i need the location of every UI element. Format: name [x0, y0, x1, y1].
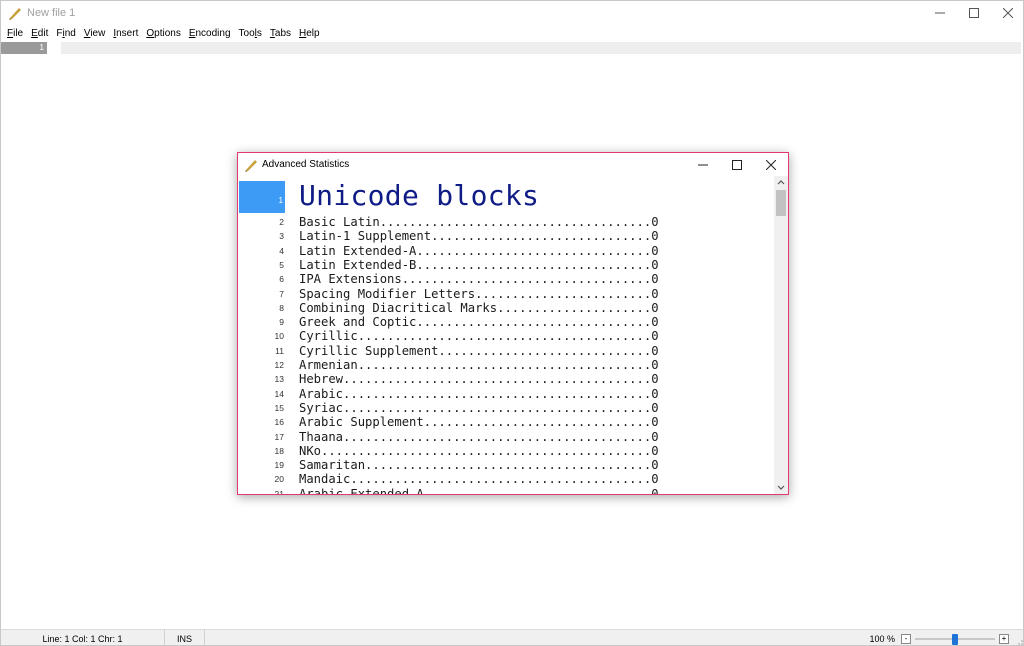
menu-edit[interactable]: Edit — [31, 28, 48, 39]
unicode-block-row: IPA Extensions..........................… — [299, 272, 659, 287]
unicode-block-row: Hebrew..................................… — [299, 372, 659, 387]
scroll-down-button[interactable] — [774, 482, 788, 494]
advanced-statistics-dialog: Advanced Statistics 1 2 3 4 5 6 7 8 9 10 11 12 13 14… — [237, 152, 789, 495]
dialog-controls — [686, 153, 788, 176]
active-line-number: 1 — [239, 181, 285, 213]
line-number: 14 — [274, 388, 284, 399]
vertical-scrollbar[interactable] — [774, 176, 788, 494]
close-button[interactable] — [991, 1, 1023, 25]
maximize-icon — [969, 8, 979, 18]
current-line-highlight — [61, 42, 1021, 54]
insert-mode-indicator[interactable]: INS — [165, 629, 205, 645]
zoom-level: 100 % — [869, 634, 895, 644]
window-controls — [923, 1, 1023, 25]
menu-insert[interactable]: Insert — [113, 28, 138, 39]
dialog-title-bar[interactable]: Advanced Statistics — [238, 153, 788, 176]
menu-encoding[interactable]: Encoding — [189, 28, 231, 39]
status-bar: Line: 1 Col: 1 Chr: 1 INS 100 % - + — [1, 629, 1024, 646]
unicode-block-row: Arabic Extended-A.......................… — [299, 486, 659, 494]
line-number: 3 — [279, 231, 284, 242]
dialog-minimize-button[interactable] — [686, 153, 720, 176]
unicode-block-row: Samaritan...............................… — [299, 458, 659, 473]
title-bar[interactable]: New file 1 — [1, 1, 1023, 25]
line-number: 11 — [275, 345, 284, 356]
chevron-down-icon — [777, 485, 785, 490]
unicode-block-row: Spacing Modifier Letters................… — [299, 286, 659, 301]
dialog-close-button[interactable] — [754, 153, 788, 176]
line-number: 10 — [274, 331, 284, 342]
maximize-icon — [732, 159, 742, 170]
dialog-maximize-button[interactable] — [720, 153, 754, 176]
line-number: 7 — [279, 288, 284, 299]
menu-file[interactable]: File — [7, 28, 23, 39]
line-number: 8 — [279, 302, 284, 313]
unicode-block-row: Latin-1 Supplement......................… — [299, 229, 659, 244]
zoom-slider[interactable] — [915, 634, 995, 645]
unicode-block-row: Thaana..................................… — [299, 429, 659, 444]
dialog-text-view[interactable]: 1 2 3 4 5 6 7 8 9 10 11 12 13 14 15 16 17 18 19 20 21 Unico… — [238, 176, 788, 494]
chevron-up-icon — [777, 180, 785, 185]
unicode-block-row: Mandaic.................................… — [299, 472, 659, 487]
line-number: 19 — [274, 460, 284, 471]
zoom-in-button[interactable]: + — [999, 634, 1009, 644]
unicode-block-row: Latin Extended-A........................… — [299, 243, 659, 258]
cursor-position[interactable]: Line: 1 Col: 1 Chr: 1 — [1, 629, 165, 645]
zoom-slider-thumb[interactable] — [952, 634, 958, 645]
minimize-icon — [935, 12, 945, 14]
menu-tabs[interactable]: Tabs — [270, 28, 291, 39]
window-title: New file 1 — [27, 7, 76, 19]
statistics-text[interactable]: Unicode blocks Basic Latin..............… — [299, 176, 773, 494]
menu-find[interactable]: Find — [56, 28, 75, 39]
dialog-title: Advanced Statistics — [262, 159, 350, 170]
line-number: 5 — [279, 259, 284, 270]
line-number: 18 — [274, 445, 284, 456]
zoom-control: 100 % - + — [869, 630, 1024, 646]
unicode-block-row: Cyrillic................................… — [299, 329, 659, 344]
menu-help[interactable]: Help — [299, 28, 320, 39]
line-number: 12 — [274, 360, 284, 370]
line-number: 13 — [274, 374, 284, 385]
line-number: 17 — [274, 431, 284, 442]
unicode-block-row: NKo.....................................… — [299, 443, 659, 458]
menu-bar: File Edit Find View Insert Options Encod… — [1, 25, 1023, 41]
unicode-block-row: Arabic Supplement.......................… — [299, 415, 659, 430]
app-window: New file 1 File Edit Find View Insert Op… — [0, 0, 1024, 646]
scroll-up-button[interactable] — [774, 176, 788, 188]
line-number: 21 — [274, 488, 284, 494]
line-number: 6 — [279, 274, 284, 285]
close-icon — [766, 159, 776, 170]
unicode-block-row: Combining Diacritical Marks.............… — [299, 300, 659, 315]
unicode-block-row: Syriac..................................… — [299, 400, 659, 415]
scroll-thumb[interactable] — [776, 190, 786, 216]
maximize-button[interactable] — [957, 1, 991, 25]
line-number: 20 — [274, 474, 284, 485]
unicode-block-row: Cyrillic Supplement.....................… — [299, 343, 659, 358]
line-number: 4 — [279, 245, 284, 256]
close-icon — [1003, 8, 1013, 18]
resize-grip-icon[interactable] — [1013, 630, 1024, 646]
unicode-blocks-heading: Unicode blocks — [299, 179, 540, 212]
app-feather-icon — [9, 8, 21, 20]
unicode-block-row: Greek and Coptic........................… — [299, 315, 659, 330]
zoom-out-button[interactable]: - — [901, 634, 911, 644]
minimize-icon — [698, 164, 708, 165]
dialog-line-gutter: 1 2 3 4 5 6 7 8 9 10 11 12 13 14 15 16 17 18 19 20 21 — [238, 176, 286, 494]
menu-options[interactable]: Options — [146, 28, 180, 39]
unicode-block-row: Arabic..................................… — [299, 386, 659, 401]
menu-view[interactable]: View — [84, 28, 106, 39]
unicode-block-row: Armenian................................… — [299, 358, 659, 372]
minimize-button[interactable] — [923, 1, 957, 25]
line-number: 15 — [274, 402, 284, 413]
line-number: 2 — [279, 217, 284, 227]
line-number: 16 — [274, 417, 284, 428]
menu-tools[interactable]: Tools — [239, 28, 262, 39]
unicode-block-row: Latin Extended-B........................… — [299, 257, 659, 272]
dialog-feather-icon — [245, 159, 257, 172]
unicode-block-row: Basic Latin.............................… — [299, 215, 659, 229]
line-number: 9 — [279, 317, 284, 328]
line-number-gutter: 1 — [1, 42, 47, 54]
